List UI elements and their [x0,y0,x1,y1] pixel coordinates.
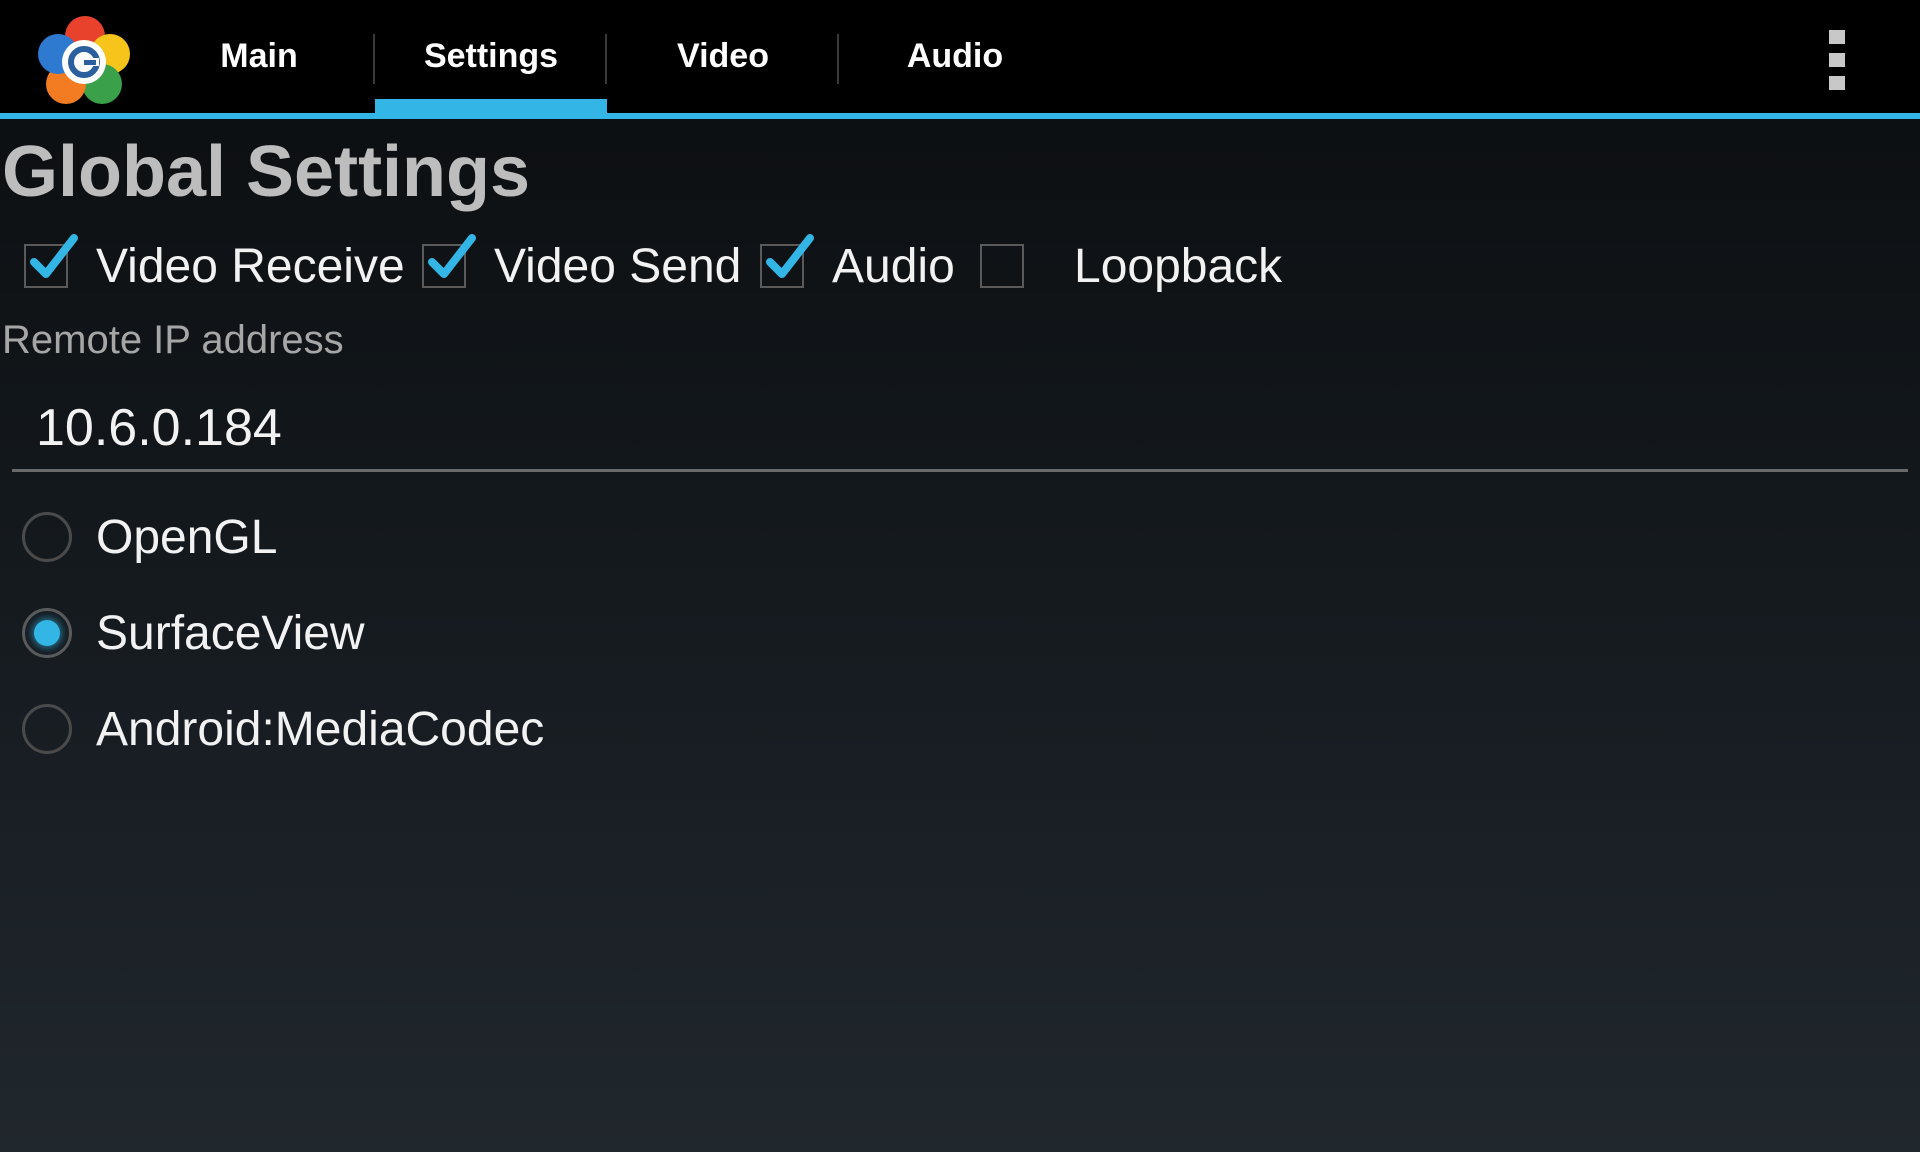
checkbox-box [980,244,1024,288]
surfaceview-label: SurfaceView [96,606,365,660]
video-receive-label: Video Receive [96,239,405,293]
tab-video[interactable]: Video [607,0,839,113]
audio-checkbox[interactable]: Audio [760,234,955,298]
video-send-label: Video Send [494,239,742,293]
tab-video-label: Video [677,37,769,75]
remote-ip-input[interactable] [12,392,1896,464]
app-logo-icon [36,14,134,108]
remote-ip-label: Remote IP address [2,318,344,362]
radio-button [22,512,72,562]
checkmark-icon [30,234,78,278]
tab-audio-label: Audio [906,37,1004,75]
checkbox-box [760,234,814,288]
radio-selected-dot [34,620,60,646]
tab-settings-label: Settings [423,37,559,75]
tab-bar: Main Settings Video Audio [143,0,1071,113]
checkmark-icon [428,234,476,278]
surfaceview-radio[interactable]: SurfaceView [22,598,365,668]
tab-main-label: Main [220,37,298,75]
radio-button [22,704,72,754]
loopback-label: Loopback [1074,239,1283,293]
checkbox-box [422,234,476,288]
audio-label: Audio [832,239,955,293]
video-receive-checkbox[interactable]: Video Receive [24,234,405,298]
opengl-radio[interactable]: OpenGL [22,502,277,572]
overflow-menu-icon[interactable] [1814,28,1858,92]
tab-settings[interactable]: Settings [375,0,607,113]
opengl-label: OpenGL [96,510,278,564]
mediacodec-radio[interactable]: Android:MediaCodec [22,694,544,764]
tab-audio[interactable]: Audio [839,0,1071,113]
page-title: Global Settings [2,132,531,212]
radio-button [22,608,72,658]
video-send-checkbox[interactable]: Video Send [422,234,741,298]
tab-main[interactable]: Main [143,0,375,113]
loopback-checkbox[interactable]: Loopback [980,234,1282,298]
checkbox-box [24,234,78,288]
remote-ip-field [12,392,1908,472]
checkmark-icon [766,234,814,278]
action-bar: Main Settings Video Audio [0,0,1920,119]
mediacodec-label: Android:MediaCodec [96,702,545,756]
